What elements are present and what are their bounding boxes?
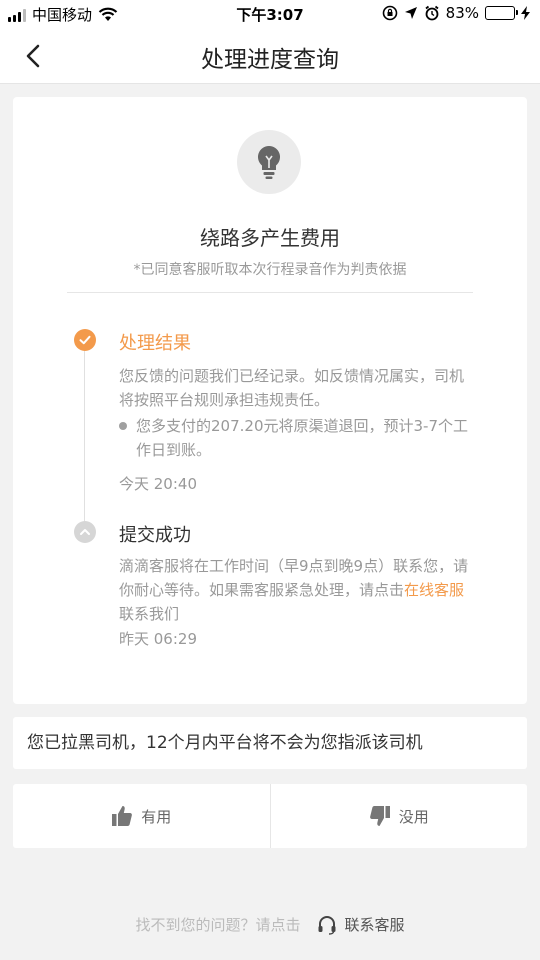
refund-text: 您多支付的207.20元将原渠道退回，预计3-7个工作日到账。 (136, 417, 468, 459)
headset-icon (318, 915, 335, 935)
progress-card: 绕路多产生费用 *已同意客服听取本次行程录音作为判责依据 处理结果 您反馈的问题… (13, 97, 527, 704)
battery-icon (485, 6, 518, 20)
card-divider (67, 292, 473, 293)
step-result-time: 今天 20:40 (119, 475, 197, 493)
useless-button[interactable]: 没用 (271, 784, 528, 848)
online-service-link[interactable]: 在线客服 (404, 581, 464, 599)
thumbs-down-icon (369, 806, 390, 826)
refund-bullet: 您多支付的207.20元将原渠道退回，预计3-7个工作日到账。 (119, 414, 469, 462)
feedback-bar: 有用 没用 (13, 784, 527, 848)
alarm-icon (425, 5, 439, 21)
useful-label: 有用 (141, 807, 172, 826)
location-arrow-icon (404, 7, 417, 19)
issue-icon-circle (237, 130, 301, 194)
submitted-text-after: 联系我们 (119, 605, 180, 623)
footer: 找不到您的问题？请点击 联系客服 (0, 914, 540, 935)
step-done-marker (74, 329, 96, 351)
lightbulb-icon (257, 145, 281, 179)
useless-label: 没用 (398, 807, 429, 826)
contact-service-link[interactable]: 联系客服 (317, 914, 405, 935)
page-title: 处理进度查询 (201, 47, 339, 73)
step-submitted-text: 滴滴客服将在工作时间（早9点到晚9点）联系您，请你耐心等待。如果需客服紧急处理，… (119, 554, 469, 626)
step-result-title: 处理结果 (119, 333, 191, 354)
status-bar: 中国移动 下午3:07 83% (0, 0, 540, 28)
nav-bar: 处理进度查询 (0, 28, 540, 84)
chevron-up-icon (80, 529, 90, 535)
status-right: 83% (382, 4, 530, 22)
timeline-line (84, 347, 85, 530)
contact-service-label: 联系客服 (344, 916, 405, 934)
check-icon (79, 335, 91, 345)
step-submitted-title: 提交成功 (119, 525, 191, 546)
bullet-dot (119, 422, 127, 430)
footer-prompt: 找不到您的问题？请点击 (135, 916, 301, 934)
charging-bolt-icon (521, 6, 530, 20)
step-submitted-time: 昨天 06:29 (119, 630, 197, 648)
step-submitted-marker (74, 521, 96, 543)
rotation-lock-icon (382, 5, 397, 21)
useful-button[interactable]: 有用 (13, 784, 270, 848)
thumbs-up-icon (112, 806, 133, 826)
step-result-text: 您反馈的问题我们已经记录。如反馈情况属实，司机将按照平台规则承担违规责任。 (119, 367, 465, 409)
issue-title: 绕路多产生费用 (200, 226, 340, 250)
issue-subtitle: *已同意客服听取本次行程录音作为判责依据 (133, 262, 407, 278)
battery-percent: 83% (445, 4, 479, 22)
blacklist-notice: 您已拉黑司机，12个月内平台将不会为您指派该司机 (13, 717, 527, 769)
